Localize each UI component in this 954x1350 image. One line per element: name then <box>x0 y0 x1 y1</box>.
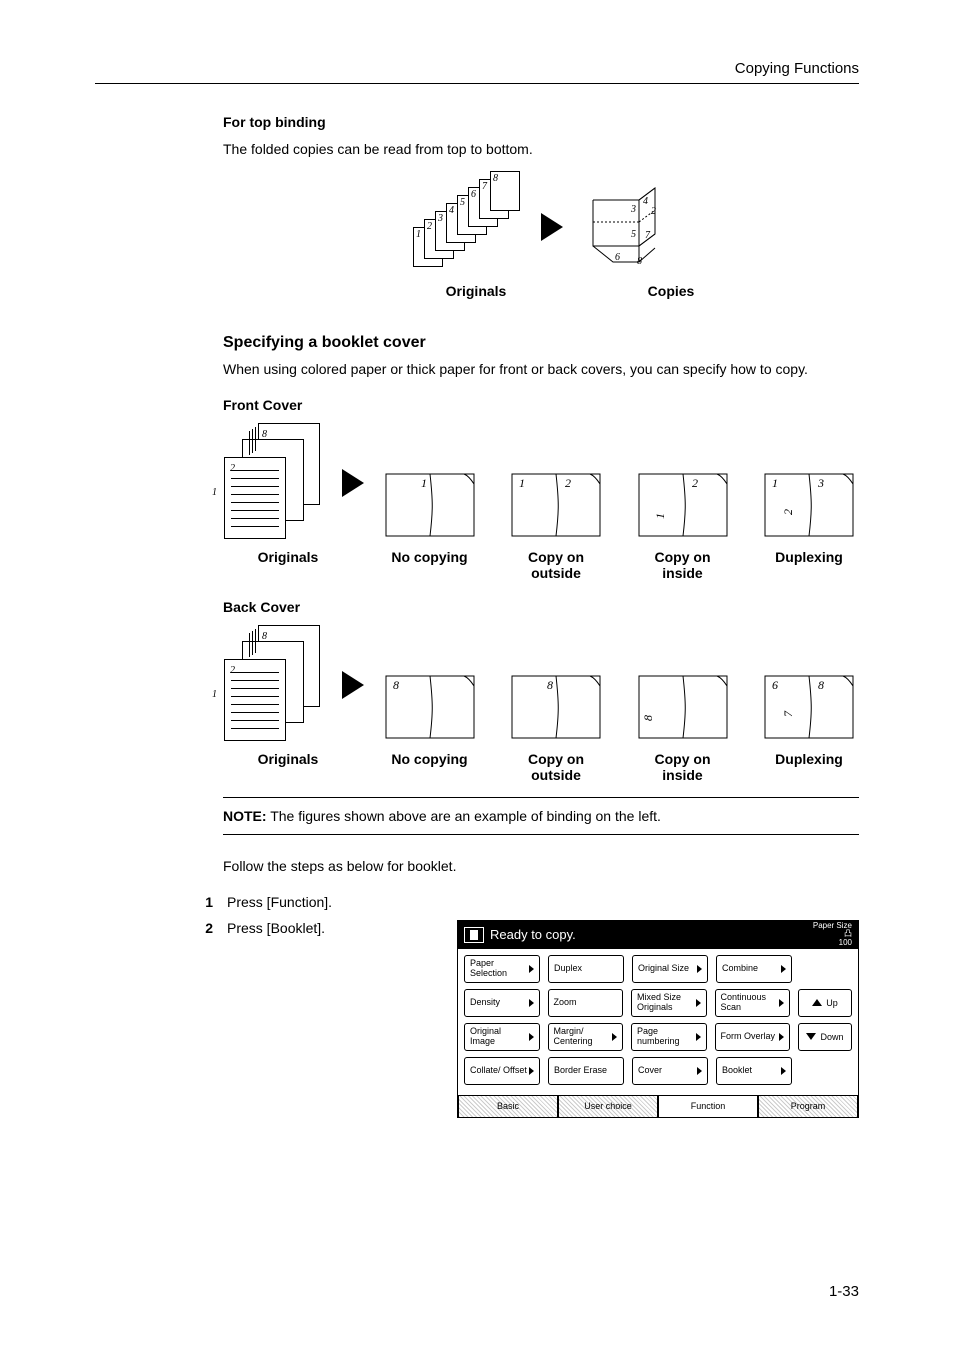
follow-text: Follow the steps as below for booklet. <box>223 857 859 876</box>
header-rule <box>95 83 859 84</box>
booklet-cover-para: When using colored paper or thick paper … <box>223 360 859 379</box>
panel-pct: 100 <box>813 939 852 947</box>
svg-text:5: 5 <box>631 229 636 240</box>
btn-combine[interactable]: Combine <box>716 955 792 983</box>
btn-paper-selection[interactable]: Paper Selection <box>464 955 540 983</box>
svg-text:7: 7 <box>781 710 795 717</box>
btn-down[interactable]: Down <box>798 1023 852 1051</box>
header-right: Copying Functions <box>95 60 859 77</box>
lbl: Originals <box>223 751 353 783</box>
svg-text:6: 6 <box>615 252 620 263</box>
svg-text:1: 1 <box>519 476 525 490</box>
lbl: No copying <box>380 751 480 783</box>
svg-text:8: 8 <box>818 678 824 692</box>
originals-stack-icon: 1 2 8 <box>212 625 332 745</box>
top-binding-labels: Originals Copies <box>283 283 859 300</box>
lbl-originals: Originals <box>421 283 531 300</box>
svg-text:1: 1 <box>653 513 667 519</box>
btn-duplex[interactable]: Duplex <box>548 955 624 983</box>
lbl: Copy on outside <box>506 751 606 783</box>
copy-inside-page-icon: 8 <box>636 673 730 745</box>
note-block: NOTE: The figures shown above are an exa… <box>223 797 859 835</box>
copy-outside-page-icon: 1 2 <box>509 471 603 543</box>
btn-density[interactable]: Density <box>464 989 540 1017</box>
page-number: 1-33 <box>829 1283 859 1300</box>
btn-margin-centering[interactable]: Margin/ Centering <box>548 1023 624 1051</box>
lbl: Copy on outside <box>506 549 606 581</box>
btn-up[interactable]: Up <box>798 989 852 1017</box>
nocopy-page-icon: 8 <box>383 673 477 745</box>
front-cover-figure: 1 2 8 1 <box>223 423 859 543</box>
lbl: No copying <box>380 549 480 581</box>
btn-mixed-size[interactable]: Mixed Size Originals <box>631 989 707 1017</box>
arrow-right-icon <box>342 671 364 699</box>
copy-outside-page-icon: 8 <box>509 673 603 745</box>
lbl: Duplexing <box>759 549 859 581</box>
copier-panel: Ready to copy. Paper Size 凸 100 Paper Se… <box>457 920 859 1118</box>
svg-text:2: 2 <box>692 476 698 490</box>
note-prefix: NOTE: <box>223 808 267 824</box>
svg-text:3: 3 <box>817 476 824 490</box>
svg-text:2: 2 <box>565 476 571 490</box>
lbl: Duplexing <box>759 751 859 783</box>
back-cover-labels: Originals No copying Copy on outside Cop… <box>223 751 859 783</box>
svg-text:6: 6 <box>772 678 778 692</box>
btn-booklet[interactable]: Booklet <box>716 1057 792 1085</box>
top-binding-figure: 1 2 3 4 5 6 7 8 3 <box>413 177 669 277</box>
btn-original-size[interactable]: Original Size <box>632 955 708 983</box>
svg-text:1: 1 <box>772 476 778 490</box>
svg-text:8: 8 <box>547 678 553 692</box>
arrow-right-icon <box>541 213 563 241</box>
svg-text:2: 2 <box>651 206 656 217</box>
lbl: Copy on inside <box>633 751 733 783</box>
btn-original-image[interactable]: Original Image <box>464 1023 540 1051</box>
booklet-cover-heading: Specifying a booklet cover <box>223 334 859 352</box>
btn-form-overlay[interactable]: Form Overlay <box>715 1023 791 1051</box>
tab-program[interactable]: Program <box>758 1095 858 1117</box>
tab-user-choice[interactable]: User choice <box>558 1095 658 1117</box>
top-binding-heading: For top binding <box>223 114 859 130</box>
btn-page-numbering[interactable]: Page numbering <box>631 1023 707 1051</box>
svg-text:8: 8 <box>641 715 655 721</box>
originals-stack-icon: 1 2 3 4 5 6 7 8 <box>413 177 523 277</box>
btn-collate-offset[interactable]: Collate/ Offset <box>464 1057 540 1085</box>
btn-cover[interactable]: Cover <box>632 1057 708 1085</box>
btn-border-erase[interactable]: Border Erase <box>548 1057 624 1085</box>
copy-inside-page-icon: 2 1 <box>636 471 730 543</box>
step-2-text: Press [Booklet]. <box>227 920 427 936</box>
duplex-page-icon: 1 3 2 <box>762 471 856 543</box>
front-cover-heading: Front Cover <box>223 397 859 413</box>
step-2-num: 2 <box>183 920 227 936</box>
front-cover-labels: Originals No copying Copy on outside Cop… <box>223 549 859 581</box>
duplex-page-icon: 6 8 7 <box>762 673 856 745</box>
panel-title: Ready to copy. <box>490 927 576 942</box>
lbl-copies: Copies <box>621 283 721 300</box>
back-cover-heading: Back Cover <box>223 599 859 615</box>
copy-icon <box>464 927 484 943</box>
lbl: Originals <box>223 549 353 581</box>
tab-basic[interactable]: Basic <box>458 1095 558 1117</box>
copies-book-icon: 3 4 2 5 6 7 8 <box>581 182 669 272</box>
panel-tabs: Basic User choice Function Program <box>458 1095 858 1117</box>
svg-text:2: 2 <box>781 509 795 515</box>
svg-text:4: 4 <box>643 196 648 207</box>
btn-zoom[interactable]: Zoom <box>548 989 624 1017</box>
arrow-right-icon <box>342 469 364 497</box>
step-1-num: 1 <box>183 894 227 910</box>
note-text: The figures shown above are an example o… <box>270 808 661 824</box>
svg-text:1: 1 <box>421 476 427 490</box>
tab-function[interactable]: Function <box>658 1095 758 1117</box>
top-binding-para: The folded copies can be read from top t… <box>223 140 859 159</box>
svg-text:3: 3 <box>630 204 636 215</box>
step-1-text: Press [Function]. <box>227 894 859 910</box>
btn-continuous-scan[interactable]: Continuous Scan <box>715 989 791 1017</box>
lbl: Copy on inside <box>633 549 733 581</box>
nocopy-page-icon: 1 <box>383 471 477 543</box>
svg-text:8: 8 <box>393 678 399 692</box>
panel-titlebar: Ready to copy. Paper Size 凸 100 <box>458 921 858 949</box>
originals-stack-icon: 1 2 8 <box>212 423 332 543</box>
back-cover-figure: 1 2 8 8 <box>223 625 859 745</box>
